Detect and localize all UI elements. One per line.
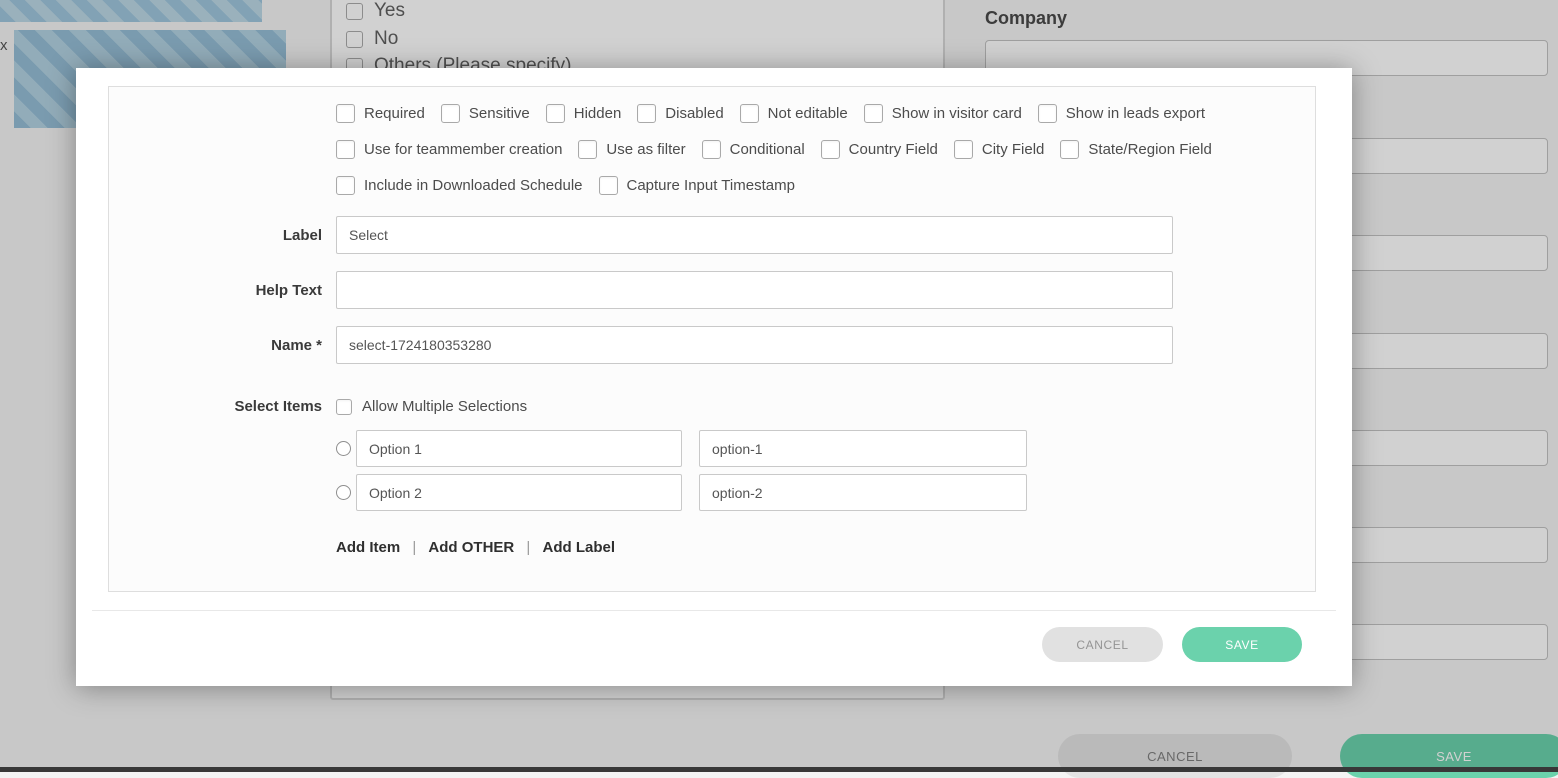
flag-not-editable[interactable]: Not editable <box>740 104 848 123</box>
flag-label: City Field <box>982 141 1045 158</box>
label-input[interactable] <box>336 216 1173 254</box>
flag-conditional[interactable]: Conditional <box>702 140 805 159</box>
flag-label: Country Field <box>849 141 938 158</box>
checkbox-icon[interactable] <box>441 104 460 123</box>
name-input[interactable] <box>336 326 1173 364</box>
flag-label: Conditional <box>730 141 805 158</box>
checkbox-icon[interactable] <box>740 104 759 123</box>
save-button[interactable]: SAVE <box>1182 627 1302 662</box>
flag-label: State/Region Field <box>1088 141 1211 158</box>
flag-sensitive[interactable]: Sensitive <box>441 104 530 123</box>
option-1-value-input[interactable] <box>699 430 1027 467</box>
flag-use-for-teammember-creation[interactable]: Use for teammember creation <box>336 140 562 159</box>
option-1-label-input[interactable] <box>356 430 682 467</box>
flag-label: Include in Downloaded Schedule <box>364 177 583 194</box>
checkbox-icon[interactable] <box>864 104 883 123</box>
flag-label: Sensitive <box>469 105 530 122</box>
checkbox-icon[interactable] <box>954 140 973 159</box>
checkbox-icon[interactable] <box>578 140 597 159</box>
checkbox-icon[interactable] <box>1060 140 1079 159</box>
flag-label: Show in leads export <box>1066 105 1205 122</box>
label-field-label: Label <box>109 227 322 244</box>
checkbox-icon[interactable] <box>637 104 656 123</box>
select-items-row: Select Items Allow Multiple Selections <box>109 398 1315 415</box>
checkbox-icon[interactable] <box>702 140 721 159</box>
help-text-field-label: Help Text <box>109 282 322 299</box>
flag-disabled[interactable]: Disabled <box>637 104 723 123</box>
flag-show-in-visitor-card[interactable]: Show in visitor card <box>864 104 1022 123</box>
flag-state-region-field[interactable]: State/Region Field <box>1060 140 1211 159</box>
flags-row-2: Use for teammember creation Use as filte… <box>336 139 1315 159</box>
option-actions-row: Add Item | Add OTHER | Add Label <box>336 539 1315 556</box>
flags-row-1: Required Sensitive Hidden Disabled Not e… <box>336 103 1315 123</box>
flag-label: Capture Input Timestamp <box>627 177 795 194</box>
flag-city-field[interactable]: City Field <box>954 140 1045 159</box>
select-option-row-2 <box>336 474 1315 511</box>
checkbox-icon[interactable] <box>336 176 355 195</box>
flag-label: Required <box>364 105 425 122</box>
checkbox-icon[interactable] <box>1038 104 1057 123</box>
flag-capture-input-timestamp[interactable]: Capture Input Timestamp <box>599 176 795 195</box>
separator: | <box>412 539 416 556</box>
flag-label: Disabled <box>665 105 723 122</box>
cancel-button[interactable]: CANCEL <box>1042 627 1163 662</box>
help-text-input[interactable] <box>336 271 1173 309</box>
checkbox-icon[interactable] <box>821 140 840 159</box>
modal-footer: CANCEL SAVE <box>92 610 1336 686</box>
checkbox-icon[interactable] <box>336 140 355 159</box>
flag-label: Not editable <box>768 105 848 122</box>
field-settings-modal: Required Sensitive Hidden Disabled Not e… <box>76 68 1352 686</box>
flag-label: Use as filter <box>606 141 685 158</box>
flag-label: Use for teammember creation <box>364 141 562 158</box>
add-item-link[interactable]: Add Item <box>336 539 400 556</box>
label-field-row: Label <box>109 216 1315 254</box>
radio-icon[interactable] <box>336 441 351 456</box>
allow-multiple-label: Allow Multiple Selections <box>362 398 527 415</box>
flag-hidden[interactable]: Hidden <box>546 104 622 123</box>
help-text-field-row: Help Text <box>109 271 1315 309</box>
field-settings-panel: Required Sensitive Hidden Disabled Not e… <box>108 86 1316 592</box>
option-2-label-input[interactable] <box>356 474 682 511</box>
name-field-label: Name * <box>109 337 322 354</box>
flag-use-as-filter[interactable]: Use as filter <box>578 140 685 159</box>
select-items-label: Select Items <box>109 398 322 415</box>
separator: | <box>526 539 530 556</box>
checkbox-icon[interactable] <box>546 104 565 123</box>
name-field-row: Name * <box>109 326 1315 364</box>
add-other-link[interactable]: Add OTHER <box>428 539 514 556</box>
flag-country-field[interactable]: Country Field <box>821 140 938 159</box>
flags-row-3: Include in Downloaded Schedule Capture I… <box>336 175 1315 195</box>
radio-icon[interactable] <box>336 485 351 500</box>
checkbox-icon[interactable] <box>336 399 352 415</box>
checkbox-icon[interactable] <box>336 104 355 123</box>
checkbox-icon[interactable] <box>599 176 618 195</box>
add-label-link[interactable]: Add Label <box>543 539 616 556</box>
flag-label: Hidden <box>574 105 622 122</box>
flag-show-in-leads-export[interactable]: Show in leads export <box>1038 104 1205 123</box>
flag-required[interactable]: Required <box>336 104 425 123</box>
flag-label: Show in visitor card <box>892 105 1022 122</box>
select-option-row-1 <box>336 430 1315 467</box>
allow-multiple-selections[interactable]: Allow Multiple Selections <box>336 398 527 415</box>
flag-include-in-downloaded-schedule[interactable]: Include in Downloaded Schedule <box>336 176 583 195</box>
option-2-value-input[interactable] <box>699 474 1027 511</box>
